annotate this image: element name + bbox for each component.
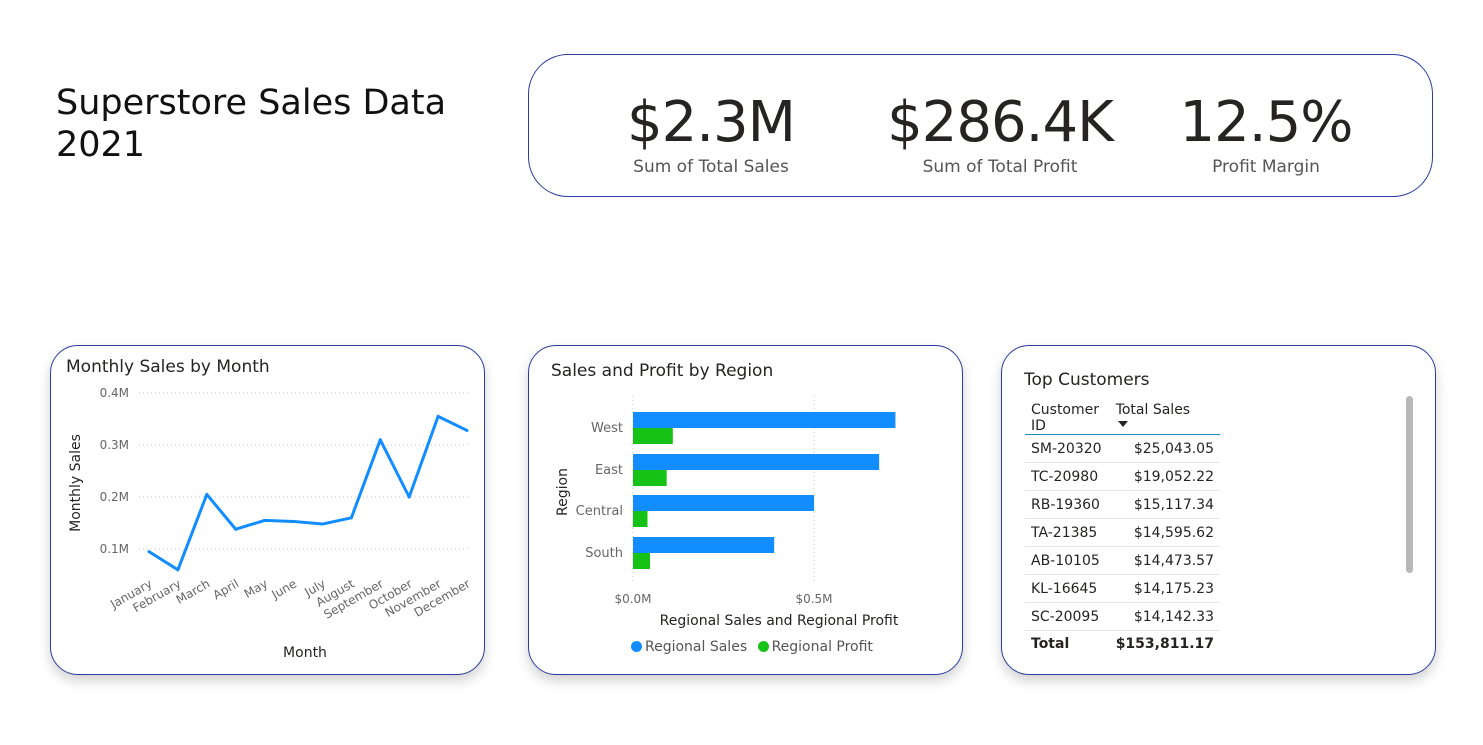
kpi-total-profit-value: $286.4K [887, 90, 1114, 155]
total-label: Total [1025, 630, 1110, 657]
y-tick-label: South [585, 546, 623, 561]
sales-line [148, 414, 468, 572]
y-tick-label: East [595, 463, 623, 478]
table-row[interactable]: AB-10105 $14,473.57 [1025, 546, 1220, 575]
data-point [234, 527, 238, 531]
x-tick-label: May [242, 576, 270, 601]
kpi-total-sales-label: Sum of Total Sales [633, 157, 789, 177]
data-point [465, 428, 469, 432]
total-value: $153,811.17 [1109, 630, 1220, 657]
column-header-total-sales-label: Total Sales [1115, 402, 1191, 418]
table-header-row: Customer ID Total Sales [1025, 398, 1220, 435]
y-tick-label: 0.3M [100, 438, 129, 452]
y-tick-label: 0.4M [100, 386, 129, 400]
regional-sales-bar [633, 537, 775, 553]
kpi-total-sales-value: $2.3M [626, 90, 796, 155]
y-axis-label: Monthly Sales [68, 434, 84, 532]
customer-id-cell: RB-19360 [1025, 490, 1110, 519]
data-point [176, 568, 180, 572]
table-row[interactable]: TC-20980 $19,052.22 [1025, 462, 1220, 491]
table-row[interactable]: SC-20095 $14,142.33 [1025, 602, 1220, 631]
x-tick-label: $0.5M [795, 592, 832, 606]
customer-id-cell: AB-10105 [1025, 546, 1110, 575]
table-total-row: Total $153,811.17 [1025, 630, 1220, 657]
page-title-line2: 2021 [56, 125, 146, 165]
data-point [205, 492, 209, 496]
y-tick-label: Central [576, 504, 623, 519]
customer-id-cell: SC-20095 [1025, 602, 1110, 631]
top-customers-table: Customer ID Total Sales SM-20320 $25,043.… [1025, 398, 1220, 657]
region-legend: Regional Sales Regional Profit [631, 639, 873, 655]
x-axis-label: Regional Sales and Regional Profit [660, 613, 899, 629]
top-customers-card[interactable]: Top Customers Customer ID Total Sales SM… [1001, 345, 1436, 675]
customer-id-cell: TA-21385 [1025, 518, 1110, 547]
y-tick-label: 0.1M [100, 542, 129, 556]
legend-sales-swatch [631, 641, 642, 652]
column-header-customer-id[interactable]: Customer ID [1025, 398, 1110, 435]
total-sales-cell: $15,117.34 [1109, 490, 1220, 519]
data-point [349, 516, 353, 520]
x-tick-label: $0.0M [614, 592, 651, 606]
regional-sales-bar [633, 454, 880, 470]
data-point [292, 519, 296, 523]
kpi-card[interactable]: $2.3M Sum of Total Sales $286.4K Sum of … [528, 54, 1433, 197]
region-sales-card[interactable]: Sales and Profit by Region $0.0M $0.5M Wes… [528, 345, 963, 675]
data-point [378, 438, 382, 442]
column-header-total-sales[interactable]: Total Sales [1109, 398, 1220, 435]
data-point [436, 414, 440, 418]
customer-id-cell: KL-16645 [1025, 574, 1110, 603]
top-customers-title: Top Customers [1024, 370, 1150, 390]
legend-profit-swatch [757, 641, 769, 652]
x-tick-label: March [174, 576, 213, 606]
data-point [263, 518, 267, 522]
regional-profit-bar [633, 428, 673, 444]
table-row[interactable]: TA-21385 $14,595.62 [1025, 518, 1220, 547]
regional-profit-bar [633, 511, 648, 527]
total-sales-cell: $14,142.33 [1109, 602, 1220, 631]
y-tick-label: 0.2M [100, 490, 129, 504]
region-sales-chart[interactable]: $0.0M $0.5M West East Central South Regional S… [529, 346, 962, 636]
total-sales-cell: $19,052.22 [1109, 462, 1220, 491]
data-point [147, 550, 151, 554]
legend-profit-label: Regional Profit [771, 639, 873, 655]
customer-id-cell: SM-20320 [1025, 434, 1110, 463]
x-tick-label: April [210, 576, 241, 602]
data-point [320, 522, 324, 526]
sort-descending-icon [1117, 421, 1128, 427]
regional-profit-bar [633, 553, 651, 569]
regional-profit-bar [633, 470, 667, 486]
y-tick-label: West [591, 421, 623, 436]
total-sales-cell: $25,043.05 [1109, 434, 1220, 463]
table-row[interactable]: SM-20320 $25,043.05 [1025, 434, 1220, 463]
regional-sales-bar [633, 412, 896, 428]
customer-id-cell: TC-20980 [1025, 462, 1110, 491]
x-tick-label: June [269, 576, 300, 602]
legend-sales-label: Regional Sales [645, 639, 748, 655]
kpi-total-profit[interactable]: $286.4K Sum of Total Profit [870, 85, 1130, 179]
page-title: Superstore Sales Data 2021 [56, 82, 446, 166]
table-scrollbar[interactable] [1406, 396, 1413, 573]
total-sales-cell: $14,175.23 [1109, 574, 1220, 603]
table-row[interactable]: KL-16645 $14,175.23 [1025, 574, 1220, 603]
data-point [407, 495, 411, 499]
monthly-sales-card[interactable]: Monthly Sales by Month 0.1M 0.2M 0.3M 0.4M J… [50, 345, 485, 675]
x-axis-label: Month [283, 645, 327, 661]
kpi-profit-margin-label: Profit Margin [1212, 157, 1320, 177]
regional-sales-bar [633, 495, 814, 511]
table-row[interactable]: RB-19360 $15,117.34 [1025, 490, 1220, 519]
total-sales-cell: $14,473.57 [1109, 546, 1220, 575]
kpi-total-sales[interactable]: $2.3M Sum of Total Sales [581, 85, 841, 179]
total-sales-cell: $14,595.62 [1109, 518, 1220, 547]
page-title-line1: Superstore Sales Data [56, 83, 447, 123]
monthly-sales-chart[interactable]: 0.1M0.2M0.3M0.4MJanuaryFebruaryMarchApri… [51, 346, 484, 674]
kpi-profit-margin[interactable]: 12.5% Profit Margin [1136, 85, 1396, 179]
y-axis-label: Region [555, 468, 571, 516]
kpi-profit-margin-value: 12.5% [1179, 90, 1354, 155]
